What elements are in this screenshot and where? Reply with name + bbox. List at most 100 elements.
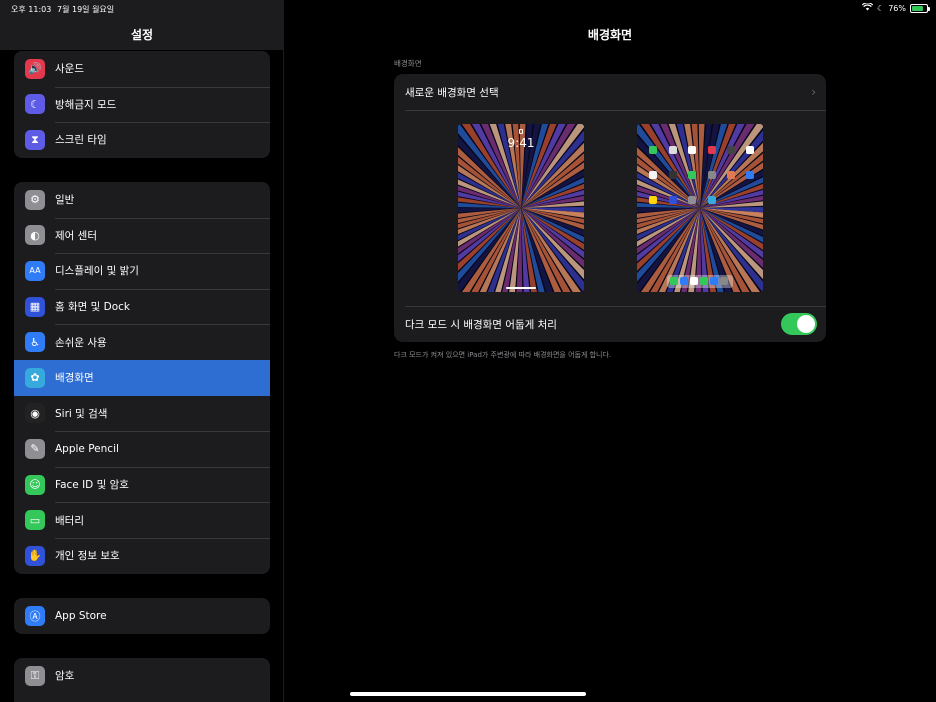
sidebar-item-label: 배경화면 <box>55 372 94 385</box>
app-icon <box>649 146 657 154</box>
sidebar-item[interactable]: ▦ 홈 화면 및 Dock <box>14 288 270 325</box>
sidebar-group-2: ⚙ 일반 ◐ 제어 센터 AA 디스플레이 및 밝기 ▦ 홈 화면 및 Dock ♿ 손쉬운 사용… <box>14 182 270 574</box>
siri-icon: ◉ <box>25 403 45 424</box>
sidebar-item-label: Siri 및 검색 <box>55 407 108 420</box>
app-icon <box>727 146 735 154</box>
sidebar-item-label: 일반 <box>55 194 75 207</box>
hourglass-icon: ⧗ <box>25 129 45 150</box>
sidebar-item[interactable]: ☾ 방해금지 모드 <box>14 86 270 123</box>
sidebar-item-label: 개인 정보 보호 <box>55 550 120 563</box>
sidebar-item[interactable]: ✋ 개인 정보 보호 <box>14 537 270 574</box>
sidebar-item[interactable]: ⚿ 암호 <box>14 658 270 694</box>
sidebar-item-label: 스크린 타임 <box>55 134 107 147</box>
status-time: 오후 11:03 <box>11 5 52 14</box>
sidebar-item-label: Face ID 및 암호 <box>55 479 129 492</box>
app-icon <box>669 146 677 154</box>
sidebar-item[interactable]: ◉ Siri 및 검색 <box>14 396 270 432</box>
dock-app-icon <box>690 277 698 285</box>
lock-icon <box>519 129 523 134</box>
app-store-icon: Ⓐ <box>25 605 45 626</box>
wallpaper-card: 새로운 배경화면 선택 › 9:41 다크 모드 시 배경화면 어둡게 처리 <box>394 74 826 342</box>
home-indicator <box>350 692 586 696</box>
choose-wallpaper-label: 새로운 배경화면 선택 <box>405 86 499 99</box>
sidebar-item-label: 제어 센터 <box>55 229 97 242</box>
lock-home-bar <box>506 287 536 289</box>
sidebar-item[interactable]: ✎ Apple Pencil <box>14 431 270 467</box>
app-icon <box>746 146 754 154</box>
grid-icon: ▦ <box>25 296 45 317</box>
footnote: 다크 모드가 켜져 있으면 iPad가 주변광에 따라 배경화면을 어둡게 합니… <box>394 351 612 359</box>
home-screen-preview[interactable] <box>637 124 763 292</box>
choose-wallpaper-button[interactable]: 새로운 배경화면 선택 <box>394 74 826 110</box>
sidebar: 설정 🔊 사운드 ☾ 방해금지 모드 ⧗ 스크린 타임 ⚙ 일반 ◐ 제어 센터 AA 디스플레이 … <box>0 0 284 702</box>
gear-icon: ⚙ <box>25 189 45 210</box>
sidebar-item-label: App Store <box>55 609 107 622</box>
status-right: ☾ 76% <box>861 2 930 13</box>
speaker-icon: 🔊 <box>25 58 45 79</box>
dock-app-icon <box>680 277 688 285</box>
face-id-icon: ☺ <box>25 474 45 495</box>
page-title: 배경화면 <box>587 28 633 42</box>
battery-percent: 76% <box>888 3 906 13</box>
sidebar-item-label: 방해금지 모드 <box>55 98 117 111</box>
dark-mode-dim-row: 다크 모드 시 배경화면 어둡게 처리 <box>394 306 826 342</box>
sidebar-item[interactable]: Ⓐ App Store <box>14 598 270 634</box>
accessibility-icon: ♿ <box>25 332 45 353</box>
sidebar-item-label: 배터리 <box>55 514 84 527</box>
app-icon <box>708 146 716 154</box>
dock-app-icon <box>710 277 718 285</box>
app-icon <box>649 196 657 204</box>
sidebar-group-1: 🔊 사운드 ☾ 방해금지 모드 ⧗ 스크린 타임 <box>14 51 270 158</box>
divider <box>405 110 826 111</box>
hand-icon: ✋ <box>25 545 45 566</box>
status-bar: 오후 11:03 7월 19일 월요일 ☾ 76% <box>0 0 936 16</box>
sidebar-item-label: Apple Pencil <box>55 442 119 455</box>
sidebar-item[interactable]: ♿ 손쉬운 사용 <box>14 324 270 360</box>
dock-app-icon <box>720 277 728 285</box>
battery-icon <box>910 3 930 13</box>
moon-status-icon: ☾ <box>877 3 885 13</box>
sidebar-item[interactable]: AA 디스플레이 및 밝기 <box>14 253 270 289</box>
app-icon <box>669 196 677 204</box>
sidebar-group-3: Ⓐ App Store <box>14 598 270 634</box>
app-icon <box>708 171 716 179</box>
sidebar-item[interactable]: ☺ Face ID 및 암호 <box>14 466 270 503</box>
lock-time: 9:41 <box>507 136 535 150</box>
sidebar-item[interactable]: ⚙ 일반 <box>14 182 270 218</box>
sidebar-item-label: 손쉬운 사용 <box>55 336 107 349</box>
status-date: 7월 19일 월요일 <box>57 5 115 14</box>
flower-icon: ✿ <box>25 367 45 388</box>
key-icon: ⚿ <box>25 665 45 686</box>
section-label: 배경화면 <box>394 59 422 68</box>
text-size-icon: AA <box>25 260 45 281</box>
wifi-icon <box>861 2 874 13</box>
sidebar-group-4: ⚿ 암호 <box>14 658 270 702</box>
battery-icon: ▭ <box>25 510 45 531</box>
sidebar-item-label: 암호 <box>55 670 75 683</box>
app-icon <box>727 171 735 179</box>
pencil-icon: ✎ <box>25 438 45 459</box>
sidebar-item[interactable]: ▭ 배터리 <box>14 502 270 538</box>
sidebar-title: 설정 <box>130 28 154 42</box>
sidebar-item[interactable]: ✿ 배경화면 <box>14 359 270 396</box>
sidebar-item[interactable]: ⧗ 스크린 타임 <box>14 122 270 158</box>
sidebar-item-label: 사운드 <box>55 63 84 76</box>
toggle-knob <box>797 315 815 333</box>
app-icon <box>649 171 657 179</box>
dark-mode-dim-label: 다크 모드 시 배경화면 어둡게 처리 <box>405 318 557 331</box>
sidebar-item[interactable]: 🔊 사운드 <box>14 51 270 87</box>
app-icon <box>708 196 716 204</box>
dock-app-icon <box>700 277 708 285</box>
toggles-icon: ◐ <box>25 225 45 246</box>
sidebar-item-label: 디스플레이 및 밝기 <box>55 265 139 278</box>
app-icon <box>746 171 754 179</box>
dark-mode-dim-toggle[interactable] <box>781 313 817 335</box>
app-icon <box>688 146 696 154</box>
app-icon <box>688 171 696 179</box>
sidebar-item[interactable]: ◐ 제어 센터 <box>14 217 270 254</box>
moon-icon: ☾ <box>25 94 45 115</box>
lock-screen-preview[interactable]: 9:41 <box>458 124 584 292</box>
sidebar-item-label: 홈 화면 및 Dock <box>55 301 131 314</box>
app-icon <box>688 196 696 204</box>
app-icon <box>669 171 677 179</box>
